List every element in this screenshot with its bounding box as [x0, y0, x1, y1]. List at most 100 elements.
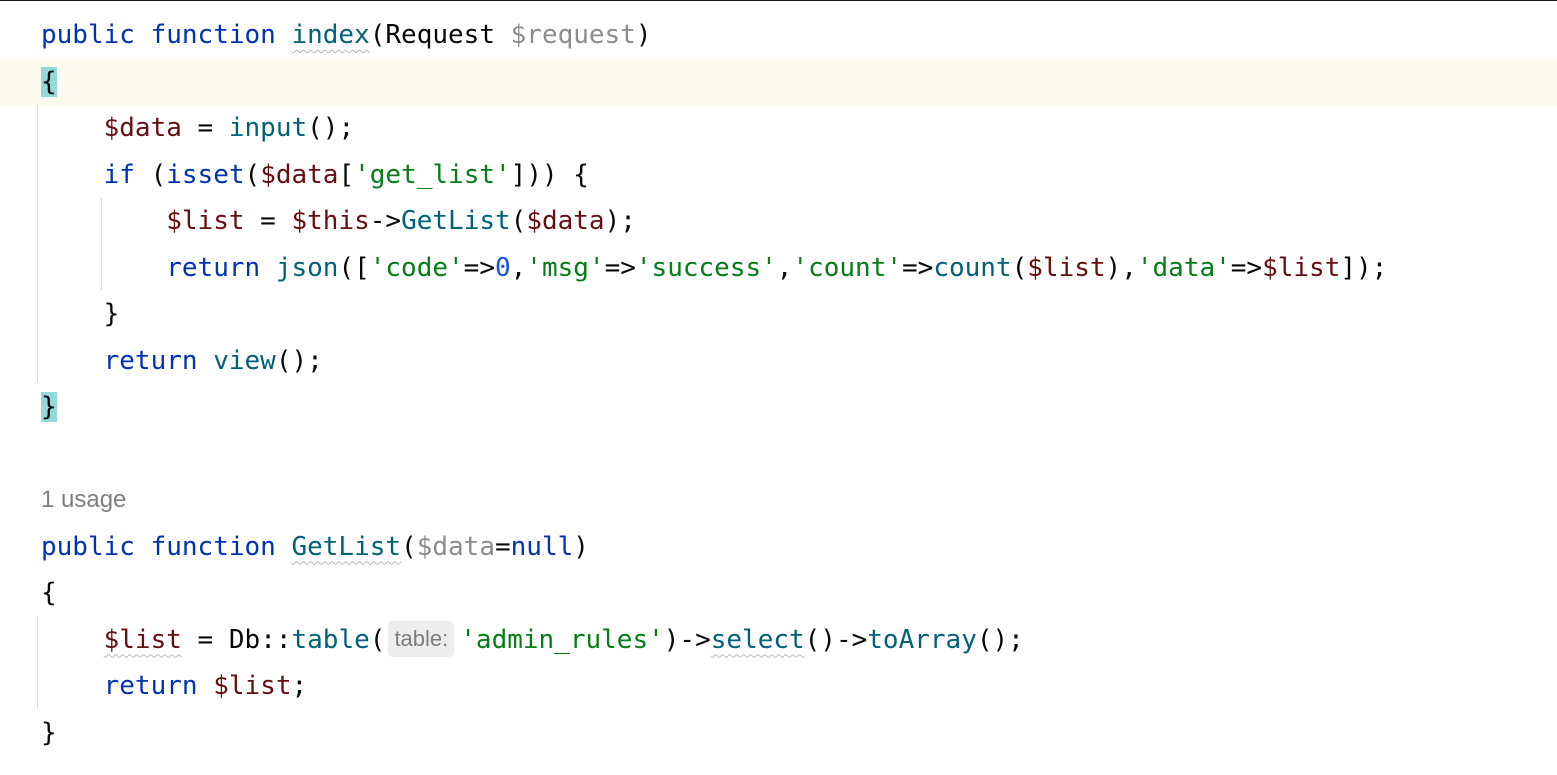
code-line[interactable]: { [0, 58, 1557, 105]
code-token: 0 [494, 252, 511, 283]
code-token: ( [1011, 252, 1028, 283]
code-token: public [41, 531, 135, 562]
code-token: ( [401, 531, 417, 562]
code-text: $list = Db::table(table:'admin_rules')->… [41, 617, 1024, 663]
code-text: { [41, 59, 57, 105]
code-token: , [776, 252, 793, 283]
code-token: ([ [338, 252, 370, 283]
code-token: $list [1027, 252, 1106, 283]
code-token: ])) { [510, 159, 589, 190]
code-line[interactable]: $list = $this->GetList($data); [0, 198, 1557, 244]
matched-brace: { [41, 66, 57, 97]
code-text: $list = $this->GetList($data); [41, 198, 636, 244]
code-text: return view(); [41, 338, 323, 384]
code-token: = [181, 624, 229, 655]
code-token: (); [976, 624, 1024, 655]
code-token: return [103, 671, 198, 701]
code-line[interactable]: $data = input(); [0, 105, 1557, 151]
code-token: ( [244, 159, 261, 190]
code-token: public [41, 20, 135, 50]
code-token: 'success' [635, 252, 777, 283]
code-line[interactable]: return view(); [0, 338, 1557, 384]
code-token: select [710, 624, 805, 655]
code-token: GetList [401, 206, 511, 236]
parameter-hint-inlay: table: [388, 620, 455, 657]
code-token: -> [369, 206, 402, 236]
code-token: count [933, 252, 1012, 283]
code-token: :: [260, 624, 292, 655]
code-token: if [103, 159, 135, 190]
code-line[interactable]: public function GetList($data=null) [0, 524, 1557, 570]
code-line[interactable]: return json(['code'=>0,'msg'=>'success',… [0, 245, 1557, 291]
code-text: public function GetList($data=null) [41, 524, 589, 570]
code-token: GetList [291, 531, 402, 562]
code-token: 'msg' [526, 252, 605, 283]
code-line[interactable]: } [0, 291, 1557, 337]
matched-brace: } [41, 392, 57, 422]
code-line[interactable]: if (isset($data['get_list'])) { [0, 152, 1557, 198]
code-token: ]); [1340, 252, 1388, 283]
code-token: $data [103, 113, 182, 143]
code-text: $data = input(); [41, 105, 355, 151]
code-token: ); [604, 206, 636, 236]
code-token: null [510, 531, 574, 562]
code-token: 'get_list' [354, 159, 511, 190]
code-line[interactable]: $list = Db::table(table:'admin_rules')->… [0, 617, 1557, 663]
code-token: isset [166, 159, 245, 190]
code-token: ), [1105, 252, 1137, 283]
usage-hint[interactable]: 1 usage [41, 477, 126, 523]
code-token: return [166, 252, 261, 283]
code-text: return json(['code'=>0,'msg'=>'success',… [41, 245, 1387, 291]
code-text: if (isset($data['get_list'])) { [41, 152, 589, 198]
code-token: $request [510, 20, 636, 50]
code-token: $list [1262, 252, 1341, 283]
indent-guide [37, 616, 38, 708]
code-editor[interactable]: public function index(Request $request) {… [0, 1, 1557, 775]
code-text: } [41, 384, 57, 430]
code-token: return [103, 345, 198, 376]
code-token: $data [416, 531, 495, 562]
code-token: json [275, 252, 339, 283]
code-token: 'code' [369, 252, 464, 283]
code-token: = [181, 113, 229, 143]
code-token: Request [385, 20, 495, 50]
code-token: 'admin_rules' [460, 624, 664, 655]
code-token: input [228, 113, 308, 143]
code-token: $list [213, 671, 292, 701]
code-text: public function index(Request $request) [41, 12, 652, 58]
code-token: ( [134, 159, 167, 190]
code-text: { [41, 570, 57, 616]
code-token: ) [573, 531, 589, 562]
usage-hint-line[interactable]: 1 usage [0, 477, 1557, 523]
code-token: ) [635, 20, 652, 50]
code-token: 'data' [1136, 252, 1231, 283]
code-token: => [1230, 252, 1263, 283]
code-token: = [494, 531, 511, 562]
code-token: index [291, 20, 370, 50]
code-text: } [41, 710, 57, 756]
code-line[interactable]: } [0, 384, 1557, 430]
code-token: $this [291, 206, 370, 236]
code-token: $data [526, 206, 605, 236]
code-token: { [41, 578, 57, 608]
code-line[interactable]: public function index(Request $request) [0, 12, 1557, 58]
code-token: [ [338, 159, 355, 190]
code-line[interactable] [0, 431, 1557, 477]
code-token: 'count' [792, 252, 903, 283]
code-line[interactable]: { [0, 570, 1557, 616]
code-token: , [510, 252, 527, 283]
code-token: => [604, 252, 636, 283]
code-token: } [41, 717, 57, 748]
code-line[interactable]: } [0, 710, 1557, 756]
code-line[interactable]: return $list; [0, 663, 1557, 709]
code-token: view [213, 345, 276, 376]
code-token: ( [510, 206, 527, 236]
